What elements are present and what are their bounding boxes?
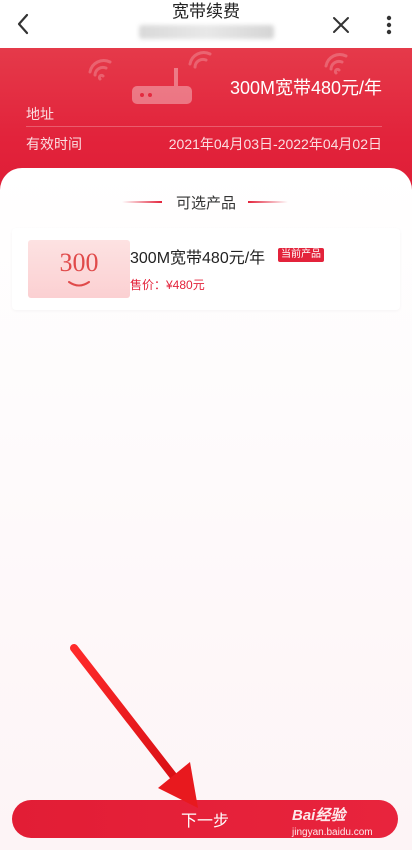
current-product-badge: 当前产品: [278, 248, 324, 262]
top-nav-bar: 宽带续费: [0, 0, 412, 48]
product-thumbnail: 300: [28, 240, 130, 298]
more-button[interactable]: [374, 10, 404, 40]
wifi-icon: [88, 59, 112, 81]
section-title: 可选产品: [175, 195, 236, 212]
current-product-title: 300M宽带480元/年: [229, 78, 382, 98]
smile-mark-icon: [68, 281, 90, 287]
router-icon: [132, 68, 192, 104]
watermark-logo: Bai经验: [292, 807, 346, 824]
product-name: 300M宽带480元/年: [130, 250, 266, 267]
blurred-subtitle: [138, 25, 274, 39]
section-title-line: [248, 201, 288, 203]
baidu-jingyan-watermark: Bai经验 jingyan.baidu.com: [292, 804, 373, 838]
close-icon: [333, 17, 349, 33]
annotation-arrow-icon: [70, 644, 198, 808]
validity-label: 有效时间: [26, 136, 82, 152]
product-price: 售价：¥480元: [130, 278, 205, 292]
divider: [26, 126, 382, 127]
product-card[interactable]: 300 300M宽带480元/年 当前产品 售价：¥480元: [12, 228, 400, 310]
address-label: 地址: [26, 106, 54, 122]
more-vertical-icon: [386, 15, 392, 35]
validity-value: 2021年04月03日-2022年04月02日: [168, 136, 382, 152]
close-button[interactable]: [326, 10, 356, 40]
thumbnail-number: 300: [59, 248, 99, 277]
watermark-site: jingyan.baidu.com: [292, 827, 373, 838]
